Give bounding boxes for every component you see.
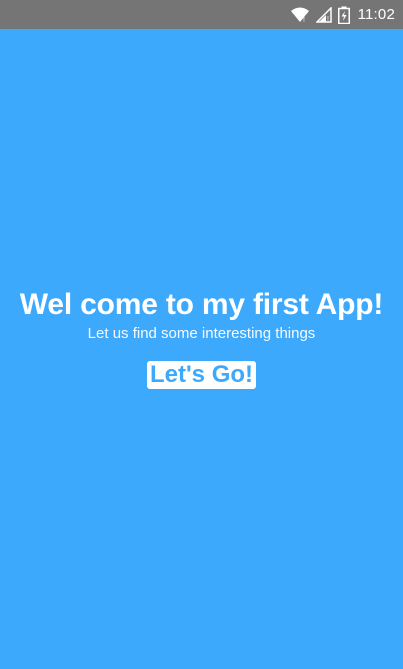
wifi-icon: ! [290, 7, 310, 23]
signal-icon: ! [315, 6, 332, 23]
battery-charging-icon [337, 6, 350, 24]
svg-text:!: ! [327, 16, 329, 23]
app-screen: ! ! 11:02 Wel come to my first App! Let … [0, 0, 403, 669]
status-icons: ! ! 11:02 [290, 0, 395, 29]
status-time: 11:02 [357, 6, 395, 23]
status-bar: ! ! 11:02 [0, 0, 403, 29]
welcome-subtitle: Let us find some interesting things [87, 325, 316, 342]
svg-text:!: ! [303, 17, 305, 23]
welcome-section: Wel come to my first App! Let us find so… [0, 286, 403, 389]
lets-go-button[interactable]: Let's Go! [146, 361, 257, 389]
welcome-title: Wel come to my first App! [19, 288, 384, 321]
